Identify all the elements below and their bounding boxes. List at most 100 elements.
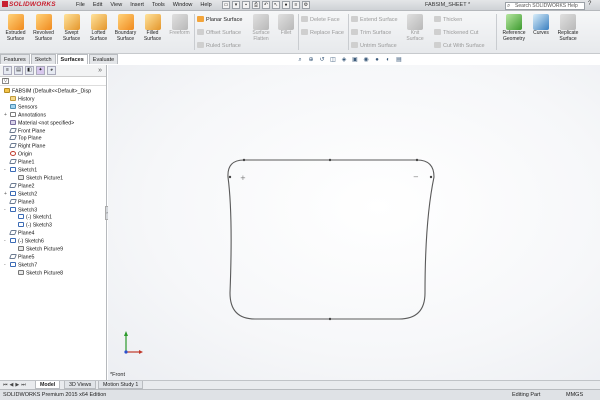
save-icon[interactable]: ▪: [242, 1, 250, 9]
next-tab-icon[interactable]: ▶: [15, 382, 19, 388]
tree-expander-icon[interactable]: -: [4, 167, 6, 174]
tree-node[interactable]: + Sketch2: [4, 190, 37, 198]
boundary-surface-button[interactable]: Boundary Surface: [112, 14, 139, 42]
extend-surface-button[interactable]: Extend Surface: [351, 16, 398, 23]
tree-node[interactable]: Plane3: [9, 198, 35, 206]
undo-icon[interactable]: ↶: [262, 1, 270, 9]
filled-surface-button[interactable]: Filled Surface: [139, 14, 166, 42]
app-logo[interactable]: SOLIDWORKS: [2, 1, 56, 8]
first-tab-icon[interactable]: ⏮: [3, 382, 8, 388]
help-question-icon[interactable]: ?: [588, 1, 591, 7]
trim-surface-button[interactable]: Trim Surface: [351, 29, 391, 36]
menu-window[interactable]: Window: [173, 2, 193, 8]
tree-node[interactable]: Origin: [10, 151, 32, 158]
extruded-surface-button[interactable]: Extruded Surface: [2, 14, 29, 42]
tree-expander-icon[interactable]: +: [4, 112, 7, 119]
sketch-canvas[interactable]: + −: [108, 65, 600, 380]
tree-node[interactable]: Right Plane: [9, 143, 45, 150]
tree-node[interactable]: Plane1: [9, 159, 35, 166]
property-manager-tab-icon[interactable]: ▤: [14, 66, 23, 75]
tab-surfaces[interactable]: Surfaces: [56, 54, 88, 64]
tree-node[interactable]: - Sketch1: [4, 167, 37, 174]
tree-expander-icon[interactable]: -: [4, 262, 6, 269]
print-icon[interactable]: ⎙: [252, 1, 260, 9]
display-style-icon[interactable]: ▣: [351, 56, 359, 64]
select-arrow-icon[interactable]: ↖: [272, 1, 280, 9]
tree-node[interactable]: Sensors: [10, 103, 37, 111]
new-document-icon[interactable]: ▭: [222, 1, 230, 9]
offset-surface-button[interactable]: Offset Surface: [197, 29, 241, 36]
untrim-surface-button[interactable]: Untrim Surface: [351, 42, 397, 49]
fillet-button[interactable]: Fillet: [276, 14, 296, 37]
surface-flatten-button[interactable]: Surface Flatten: [248, 14, 274, 42]
view-orientation-icon[interactable]: ◈: [340, 56, 348, 64]
tab-evaluate[interactable]: Evaluate: [88, 54, 119, 64]
menu-view[interactable]: View: [110, 2, 122, 8]
menu-insert[interactable]: Insert: [130, 2, 144, 8]
dimxpert-tab-icon[interactable]: ✦: [36, 66, 45, 75]
tab-motion-study[interactable]: Motion Study 1: [98, 381, 144, 389]
menu-tools[interactable]: Tools: [152, 2, 165, 8]
help-search-input[interactable]: ⌕ Search SOLIDWORKS Help: [505, 1, 585, 10]
tree-node[interactable]: (-) Sketch1: [18, 214, 52, 221]
menu-file[interactable]: File: [76, 2, 85, 8]
last-tab-icon[interactable]: ⏭: [21, 382, 26, 388]
menu-help[interactable]: Help: [200, 2, 211, 8]
tree-node[interactable]: Front Plane: [9, 127, 45, 135]
edit-appearance-icon[interactable]: ●: [373, 56, 381, 64]
tab-features[interactable]: Features: [0, 54, 30, 64]
sketch-point[interactable]: [328, 158, 332, 162]
planar-surface-button[interactable]: Planar Surface: [197, 16, 242, 23]
revolved-surface-button[interactable]: Revolved Surface: [30, 14, 57, 42]
sketch-point[interactable]: [242, 158, 246, 162]
tab-sketch[interactable]: Sketch: [30, 54, 56, 64]
filter-funnel-icon[interactable]: ▽: [2, 78, 9, 84]
section-view-icon[interactable]: ◫: [329, 56, 337, 64]
replace-face-button[interactable]: Replace Face: [301, 29, 344, 36]
sketch-profile[interactable]: [227, 159, 435, 320]
tree-node[interactable]: FABSIM (Default<<Default>_Disp: [4, 88, 91, 95]
tree-filter[interactable]: ▽: [0, 77, 106, 86]
tree-expander-icon[interactable]: -: [4, 207, 6, 214]
previous-view-icon[interactable]: ↺: [318, 56, 326, 64]
tree-expander-icon[interactable]: -: [4, 238, 6, 245]
tree-node[interactable]: Plane5: [9, 253, 35, 261]
zoom-to-area-icon[interactable]: ⊕: [307, 56, 315, 64]
sketch-point[interactable]: [328, 317, 332, 321]
open-folder-icon[interactable]: ▾: [232, 1, 240, 9]
configuration-manager-tab-icon[interactable]: ◧: [25, 66, 34, 75]
freeform-button[interactable]: Freeform: [166, 14, 193, 37]
view-settings-icon[interactable]: ▤: [395, 56, 403, 64]
tree-expander-icon[interactable]: +: [4, 191, 7, 198]
hide-show-items-icon[interactable]: ◉: [362, 56, 370, 64]
tree-node[interactable]: History: [10, 95, 34, 103]
tree-node[interactable]: Plane4: [9, 230, 35, 237]
display-manager-tab-icon[interactable]: ◕: [47, 66, 56, 75]
tree-node[interactable]: - Sketch3: [4, 206, 37, 214]
knit-surface-button[interactable]: Knit Surface: [404, 14, 426, 42]
options-gear-icon[interactable]: ⚙: [302, 1, 310, 9]
expand-panel-icon[interactable]: »: [98, 67, 102, 74]
tab-3d-views[interactable]: 3D Views: [64, 381, 97, 389]
tree-node[interactable]: Sketch Picture8: [18, 269, 63, 277]
tree-node[interactable]: Sketch Picture9: [18, 246, 63, 253]
thicken-button[interactable]: Thicken: [434, 16, 462, 23]
zoom-to-fit-icon[interactable]: ⌕: [296, 56, 304, 64]
curves-button[interactable]: Curves: [530, 14, 552, 37]
tree-node[interactable]: Material <not specified>: [10, 119, 74, 127]
sketch-point[interactable]: [429, 175, 433, 179]
cut-with-surface-button[interactable]: Cut With Surface: [434, 42, 485, 49]
rebuild-icon[interactable]: ●: [282, 1, 290, 9]
tree-node[interactable]: Top Plane: [9, 135, 42, 142]
tab-model[interactable]: Model: [35, 381, 61, 389]
apply-scene-icon[interactable]: ◐: [384, 56, 392, 64]
thickened-cut-button[interactable]: Thickened Cut: [434, 29, 478, 36]
sketch-point[interactable]: [228, 175, 232, 179]
tree-node[interactable]: + Annotations: [4, 111, 46, 119]
menu-edit[interactable]: Edit: [93, 2, 102, 8]
sketch-point[interactable]: [415, 158, 419, 162]
delete-face-button[interactable]: Delete Face: [301, 16, 340, 23]
tree-node[interactable]: - Sketch7: [4, 261, 37, 269]
ruled-surface-button[interactable]: Ruled Surface: [197, 42, 241, 49]
file-properties-icon[interactable]: ≡: [292, 1, 300, 9]
